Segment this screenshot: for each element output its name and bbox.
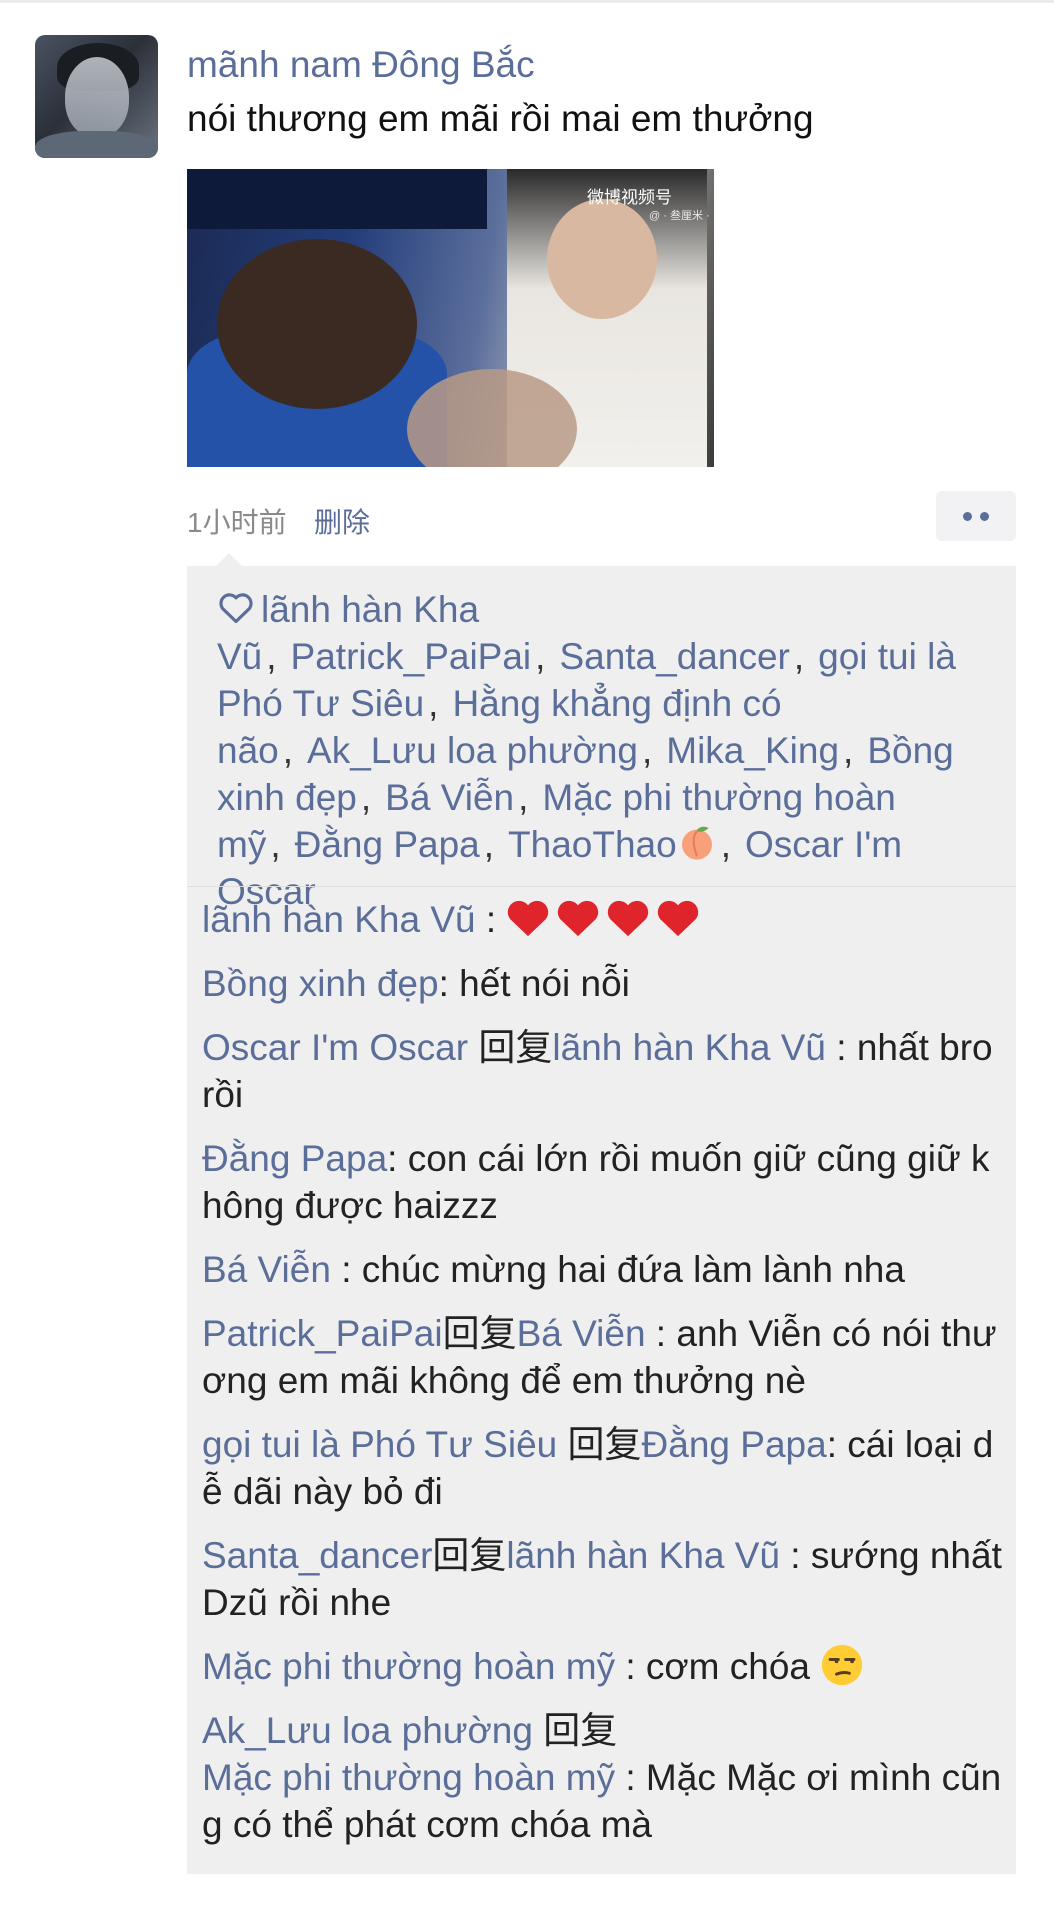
red-heart-icon — [658, 900, 699, 937]
red-heart-icon — [508, 900, 549, 937]
like-name[interactable]: Bá Viễn — [385, 777, 514, 818]
image-figure-left-head — [217, 239, 417, 409]
like-separator: , — [483, 824, 495, 865]
comment-author[interactable]: Ak_Lưu loa phường — [202, 1710, 533, 1751]
like-separator: , — [360, 777, 372, 818]
comment-text: : chúc mừng hai đứa làm lành nha — [330, 1249, 905, 1290]
post-text: nói thương em mãi rồi mai em thưởng — [187, 98, 814, 139]
like-separator: , — [793, 636, 805, 677]
like-name[interactable]: ThaoThao — [508, 824, 677, 865]
more-dot-icon — [963, 511, 972, 521]
like-separator: , — [720, 824, 731, 865]
comment-item[interactable]: Bồng xinh đẹp: hết nói nỗi — [202, 960, 1006, 1007]
more-dot-icon — [980, 511, 989, 521]
post-image[interactable]: 微博视频号 @ · 叁厘米 · — [187, 169, 714, 467]
comment-text: : — [475, 899, 507, 940]
like-separator: , — [535, 636, 546, 677]
like-separator: , — [266, 636, 277, 677]
comment-item[interactable]: lãnh hàn Kha Vũ : — [202, 896, 1006, 943]
reply-label: 回复 — [442, 1313, 517, 1354]
panel-caret — [216, 553, 242, 566]
comment-author[interactable]: Santa_dancer — [202, 1535, 432, 1576]
peach-icon — [681, 826, 712, 860]
red-heart-icon — [558, 900, 599, 937]
comment-item[interactable]: Ak_Lưu loa phường 回复 Mặc phi thường hoàn … — [202, 1707, 1006, 1848]
unamused-face-icon — [822, 1644, 863, 1686]
like-separator: , — [518, 777, 529, 818]
reply-label: 回复 — [567, 1424, 642, 1465]
more-options-button[interactable] — [936, 491, 1016, 541]
post-username[interactable]: mãnh nam Đông Bắc — [187, 44, 535, 86]
like-name[interactable]: Santa_dancer — [559, 636, 789, 677]
image-watermark-sub: @ · 叁厘米 · — [649, 210, 710, 222]
reply-label: 回复 — [478, 1027, 553, 1068]
comment-author[interactable]: Bồng xinh đẹp — [202, 963, 439, 1004]
comment-text: : hết nói nỗi — [438, 963, 630, 1004]
likes-list: lãnh hàn Kha Vũ, Patrick_PaiPai, Santa_dan… — [217, 586, 1007, 915]
like-separator: , — [428, 683, 439, 724]
comment-item[interactable]: Bá Viễn : chúc mừng hai đứa làm lành nha — [202, 1246, 1006, 1293]
image-watermark: 微博视频号 — [587, 188, 672, 207]
comment-author[interactable]: Oscar I'm Oscar — [202, 1027, 468, 1068]
comment-text: : cơm chóa — [615, 1646, 821, 1687]
comment-reply-to[interactable]: Đằng Papa — [642, 1424, 827, 1465]
comment-item[interactable]: Mặc phi thường hoàn mỹ : cơm chóa — [202, 1643, 1006, 1690]
avatar[interactable] — [35, 35, 158, 158]
comment-reply-to[interactable]: Mặc phi thường hoàn mỹ — [202, 1757, 615, 1798]
comment-item[interactable]: Đằng Papa: con cái lớn rồi muốn giữ cũng… — [202, 1135, 1006, 1229]
top-divider — [0, 0, 1054, 3]
heart-outline-icon — [219, 593, 253, 624]
comment-reply-to[interactable]: Bá Viễn — [517, 1313, 646, 1354]
like-name[interactable]: Ak_Lưu loa phường — [307, 730, 638, 771]
comment-item[interactable]: Patrick_PaiPai回复Bá Viễn : anh Viễn có nó… — [202, 1310, 1006, 1404]
image-banner — [187, 169, 487, 229]
comment-author[interactable]: lãnh hàn Kha Vũ — [202, 899, 476, 940]
comment-author[interactable]: Bá Viễn — [202, 1249, 331, 1290]
comment-author[interactable]: Đằng Papa — [202, 1138, 387, 1179]
comment-item[interactable]: gọi tui là Phó Tư Siêu 回复Đằng Papa: cái … — [202, 1421, 1006, 1515]
comment-author[interactable]: gọi tui là Phó Tư Siêu — [202, 1424, 557, 1465]
comment-item[interactable]: Oscar I'm Oscar 回复lãnh hàn Kha Vũ : nhất… — [202, 1024, 1006, 1118]
comment-item[interactable]: Santa_dancer回复lãnh hàn Kha Vũ : sướng nh… — [202, 1532, 1006, 1626]
avatar-face — [65, 57, 129, 137]
comment-reply-to[interactable]: lãnh hàn Kha Vũ — [506, 1535, 780, 1576]
comment-author[interactable]: Mặc phi thường hoàn mỹ — [202, 1646, 615, 1687]
comment-author[interactable]: Patrick_PaiPai — [202, 1313, 443, 1354]
comment-reply-to[interactable]: lãnh hàn Kha Vũ — [552, 1027, 826, 1068]
reply-label: 回复 — [432, 1535, 507, 1576]
comments-list: lãnh hàn Kha Vũ : Bồng xinh đẹp: hết nói… — [202, 896, 1006, 1865]
post-time: 1小时前 — [187, 507, 287, 538]
like-name[interactable]: Mika_King — [666, 730, 839, 771]
like-separator: , — [843, 730, 854, 771]
delete-button[interactable]: 删除 — [314, 501, 370, 541]
red-heart-icon — [608, 900, 649, 937]
like-separator: , — [641, 730, 653, 771]
reply-label: 回复 — [543, 1710, 618, 1751]
like-separator: , — [282, 730, 294, 771]
like-name[interactable]: Patrick_PaiPai — [291, 636, 532, 677]
like-separator: , — [270, 824, 281, 865]
avatar-shoulders — [35, 131, 158, 158]
likes-comments-divider — [187, 886, 1016, 887]
like-name[interactable]: Đằng Papa — [295, 824, 480, 865]
image-figure-right-head — [547, 199, 657, 319]
